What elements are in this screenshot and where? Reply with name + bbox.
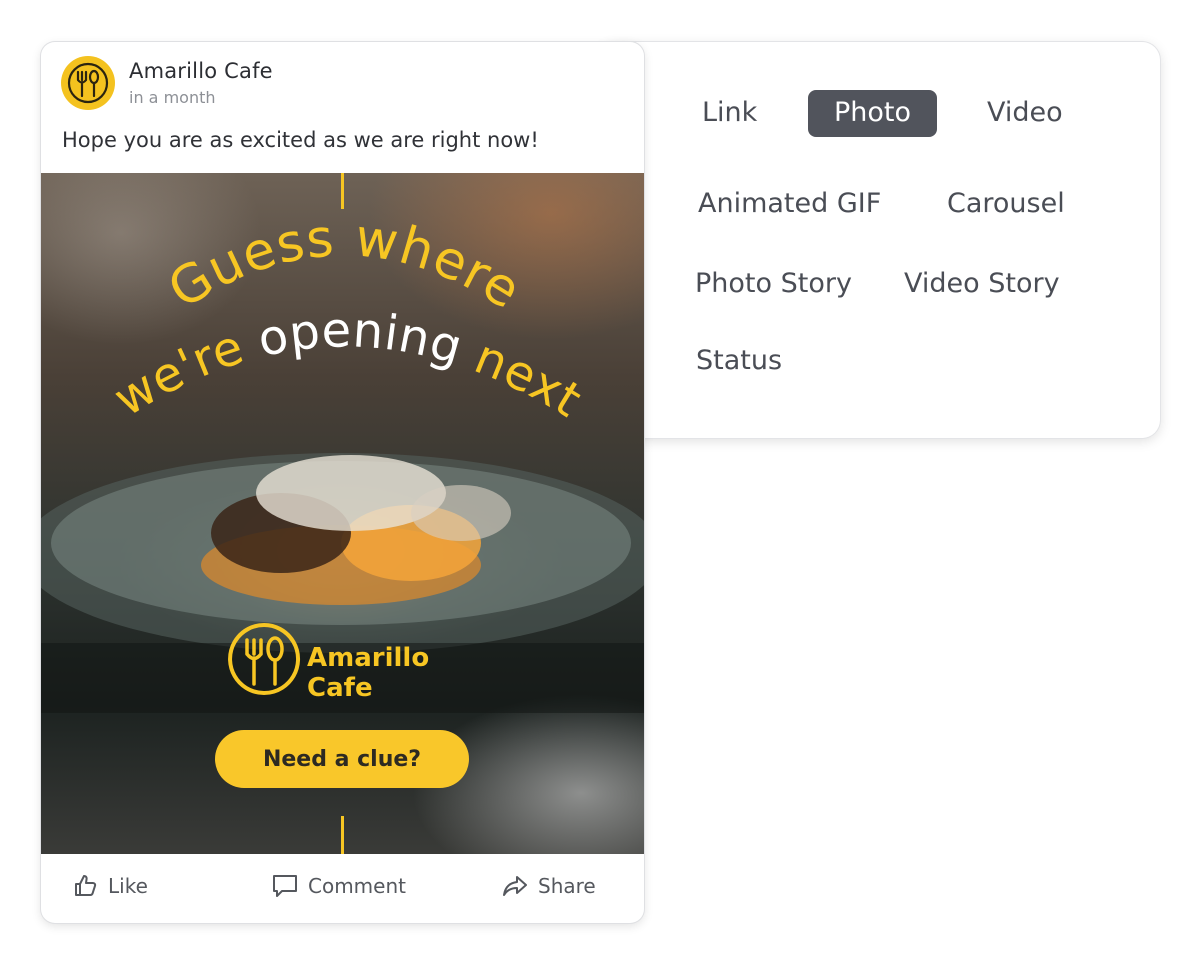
type-option-status[interactable]: Status	[696, 345, 782, 377]
post-time: in a month	[129, 88, 216, 107]
svg-text:we're opening next: we're opening next	[104, 302, 591, 428]
need-a-clue-button[interactable]: Need a clue?	[215, 730, 469, 788]
logo-wordmark: Amarillo Cafe	[307, 643, 429, 703]
divider-line-bottom	[341, 816, 344, 854]
share-label: Share	[538, 874, 596, 898]
post-caption: Hope you are as excited as we are right …	[62, 128, 539, 152]
type-option-photo[interactable]: Photo	[808, 90, 938, 137]
headline-arc-text: Guess where we're opening next	[104, 208, 591, 428]
headline-word-next: next	[467, 329, 591, 429]
post-image[interactable]: Guess where we're opening next Amarillo …	[41, 173, 644, 854]
type-option-photo-story[interactable]: Photo Story	[695, 268, 852, 300]
type-option-animated-gif[interactable]: Animated GIF	[698, 188, 881, 220]
type-option-video-story[interactable]: Video Story	[904, 268, 1060, 300]
like-label: Like	[108, 874, 148, 898]
comment-icon	[273, 875, 297, 897]
type-option-carousel[interactable]: Carousel	[947, 188, 1065, 220]
comment-button[interactable]: Comment	[272, 874, 406, 898]
type-option-video[interactable]: Video	[987, 97, 1063, 129]
share-arrow-icon	[503, 876, 527, 896]
logo-line-2: Cafe	[307, 673, 373, 703]
post-type-menu: Link Photo Video Animated GIF Carousel P…	[598, 42, 1160, 438]
headline-word-opening: opening	[253, 302, 469, 376]
share-button[interactable]: Share	[502, 874, 596, 898]
type-option-link[interactable]: Link	[702, 97, 757, 129]
fork-spoon-logo-icon	[67, 62, 109, 104]
page-name[interactable]: Amarillo Cafe	[129, 59, 273, 83]
headline-word-were: we're	[104, 319, 250, 428]
post-action-bar: Like Comment Share	[41, 854, 644, 923]
cafe-logo-icon	[228, 623, 301, 695]
post-preview-card: Amarillo Cafe in a month Hope you are as…	[41, 42, 644, 923]
like-button[interactable]: Like	[74, 874, 148, 898]
thumbs-up-icon	[75, 875, 97, 896]
avatar[interactable]	[61, 56, 115, 110]
logo-line-1: Amarillo	[307, 643, 430, 673]
comment-label: Comment	[308, 874, 406, 898]
